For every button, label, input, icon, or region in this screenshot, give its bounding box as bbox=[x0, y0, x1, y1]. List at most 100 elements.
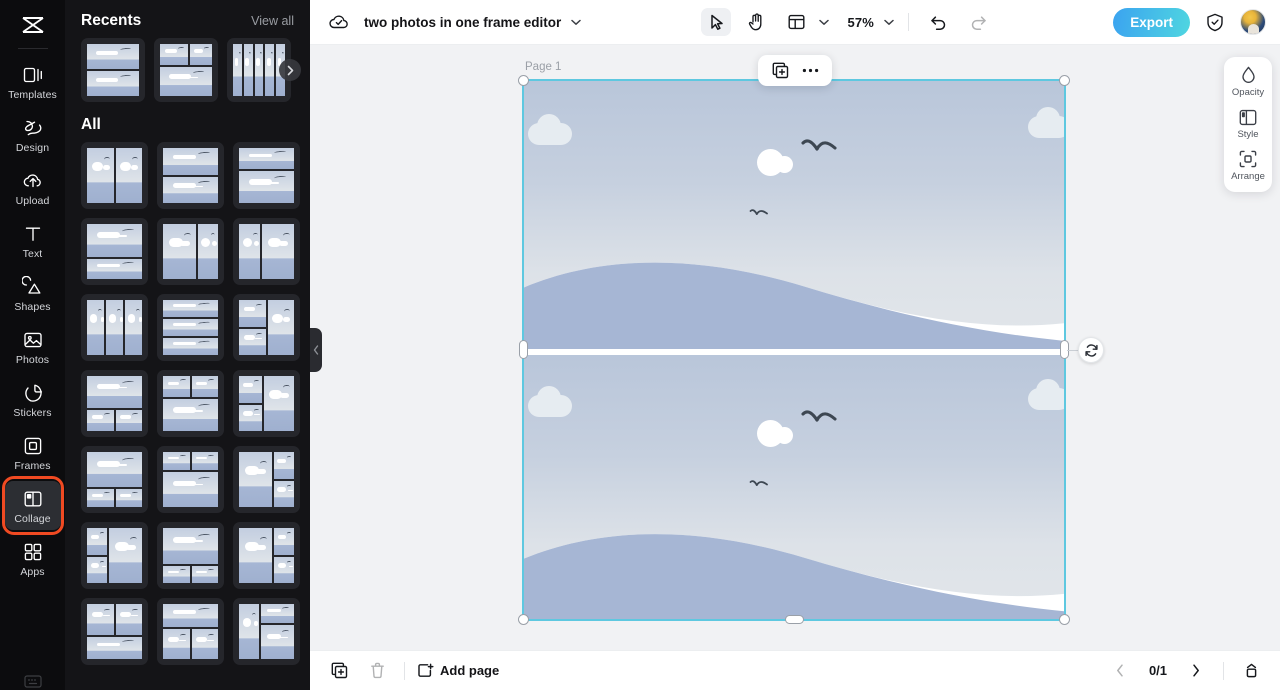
template-cell bbox=[191, 629, 218, 659]
recents-next-button[interactable] bbox=[279, 59, 301, 81]
redo-button[interactable] bbox=[963, 8, 993, 36]
sidebar-item-shapes[interactable]: Shapes bbox=[5, 269, 61, 318]
resize-handle-bottom-left[interactable] bbox=[518, 614, 529, 625]
template-cell bbox=[233, 44, 242, 96]
template-thumbnail[interactable] bbox=[157, 446, 224, 513]
dock-item-style[interactable]: Style bbox=[1226, 107, 1270, 140]
prev-page-button[interactable] bbox=[1105, 657, 1135, 685]
template-cell bbox=[273, 480, 294, 507]
template-thumbnail[interactable] bbox=[233, 218, 300, 285]
recents-thumbnail-row bbox=[81, 38, 310, 102]
hill-shape bbox=[524, 262, 1064, 349]
template-cell bbox=[115, 489, 142, 507]
template-thumbnail[interactable] bbox=[233, 294, 300, 361]
template-cell bbox=[160, 66, 212, 96]
template-thumbnail[interactable] bbox=[233, 446, 300, 513]
select-tool-button[interactable] bbox=[701, 8, 732, 36]
template-thumbnail[interactable] bbox=[157, 370, 224, 437]
sidebar-item-text[interactable]: Text bbox=[5, 216, 61, 265]
resize-handle-left[interactable] bbox=[519, 340, 528, 359]
template-cell bbox=[109, 528, 142, 583]
app-logo-icon[interactable] bbox=[13, 8, 53, 42]
zoom-chevron-down-icon[interactable] bbox=[884, 19, 894, 26]
sidebar-item-photos[interactable]: Photos bbox=[5, 322, 61, 371]
template-preview bbox=[239, 604, 294, 659]
template-thumbnail[interactable] bbox=[157, 218, 224, 285]
sidebar-item-label: Collage bbox=[14, 513, 51, 525]
recent-template-thumbnail[interactable] bbox=[81, 38, 145, 102]
sidebar-item-label: Text bbox=[22, 248, 43, 260]
duplicate-page-button[interactable] bbox=[324, 657, 354, 685]
user-avatar[interactable] bbox=[1240, 9, 1266, 35]
sidebar-item-apps[interactable]: Apps bbox=[5, 534, 61, 583]
document-title[interactable]: two photos in one frame editor bbox=[364, 15, 561, 30]
template-thumbnail[interactable] bbox=[157, 522, 224, 589]
template-thumbnail[interactable] bbox=[157, 294, 224, 361]
template-preview bbox=[239, 300, 294, 355]
template-cell bbox=[160, 44, 189, 65]
zoom-level-value[interactable]: 57% bbox=[847, 15, 874, 30]
add-page-button[interactable]: Add page bbox=[417, 662, 499, 679]
title-chevron-down-icon[interactable] bbox=[571, 19, 582, 26]
template-preview bbox=[239, 224, 294, 279]
sidebar-item-design[interactable]: Design bbox=[5, 110, 61, 159]
template-cell bbox=[274, 528, 294, 555]
design-icon bbox=[22, 117, 44, 139]
shapes-icon bbox=[21, 276, 44, 298]
undo-button[interactable] bbox=[923, 8, 953, 36]
layout-chevron-down-icon[interactable] bbox=[819, 19, 830, 26]
template-thumbnail[interactable] bbox=[81, 294, 148, 361]
layout-grid-icon[interactable] bbox=[781, 8, 811, 36]
template-cell bbox=[239, 148, 294, 170]
sidebar-item-collage[interactable]: Collage bbox=[1, 476, 64, 535]
sidebar-item-upload[interactable]: Upload bbox=[5, 163, 61, 212]
template-thumbnail[interactable] bbox=[81, 142, 148, 209]
photos-icon bbox=[22, 329, 44, 351]
pages-panel-button[interactable] bbox=[1236, 657, 1266, 685]
recent-template-thumbnail[interactable] bbox=[154, 38, 218, 102]
view-all-link[interactable]: View all bbox=[251, 14, 294, 28]
template-thumbnail[interactable] bbox=[233, 142, 300, 209]
template-cell bbox=[163, 148, 218, 175]
template-thumbnail[interactable] bbox=[81, 522, 148, 589]
collage-photo-top[interactable] bbox=[524, 81, 1064, 349]
template-thumbnail[interactable] bbox=[157, 142, 224, 209]
template-cell bbox=[115, 409, 142, 431]
shield-check-icon[interactable] bbox=[1200, 8, 1230, 36]
template-thumbnail[interactable] bbox=[233, 370, 300, 437]
template-thumbnail[interactable] bbox=[157, 598, 224, 665]
sidebar-item-stickers[interactable]: Stickers bbox=[5, 375, 61, 424]
collage-photo-bottom[interactable] bbox=[524, 355, 1064, 619]
resize-handle-top-left[interactable] bbox=[518, 75, 529, 86]
resize-handle-bottom[interactable] bbox=[785, 615, 804, 624]
template-thumbnail[interactable] bbox=[81, 446, 148, 513]
template-thumbnail[interactable] bbox=[233, 522, 300, 589]
pan-tool-button[interactable] bbox=[741, 8, 771, 36]
rotate-swap-button[interactable] bbox=[1078, 337, 1104, 363]
dock-item-arrange[interactable]: Arrange bbox=[1226, 149, 1270, 182]
template-cell bbox=[243, 44, 253, 96]
template-preview bbox=[233, 44, 285, 96]
sidebar-item-templates[interactable]: Templates bbox=[5, 57, 61, 106]
template-thumbnail[interactable] bbox=[81, 370, 148, 437]
duplicate-layer-icon[interactable] bbox=[767, 59, 793, 83]
selected-collage-frame[interactable] bbox=[518, 75, 1070, 625]
cloud-icon bbox=[1036, 107, 1060, 131]
sidebar-item-frames[interactable]: Frames bbox=[5, 428, 61, 477]
cloud-check-icon[interactable] bbox=[324, 8, 354, 36]
keyboard-shortcuts-icon[interactable] bbox=[23, 675, 42, 690]
dock-item-opacity[interactable]: Opacity bbox=[1226, 65, 1270, 98]
template-cell bbox=[87, 452, 142, 488]
canvas-stage[interactable]: Page 1 Opacity Style Arrange bbox=[310, 45, 1280, 650]
export-button[interactable]: Export bbox=[1113, 7, 1190, 37]
panel-collapse-handle[interactable] bbox=[310, 328, 322, 372]
next-page-button[interactable] bbox=[1181, 657, 1211, 685]
delete-page-button[interactable] bbox=[362, 657, 392, 685]
template-thumbnail[interactable] bbox=[233, 598, 300, 665]
resize-handle-bottom-right[interactable] bbox=[1059, 614, 1070, 625]
resize-handle-top-right[interactable] bbox=[1059, 75, 1070, 86]
template-thumbnail[interactable] bbox=[81, 598, 148, 665]
template-preview bbox=[87, 604, 142, 659]
ellipsis-icon[interactable] bbox=[797, 59, 823, 83]
template-thumbnail[interactable] bbox=[81, 218, 148, 285]
